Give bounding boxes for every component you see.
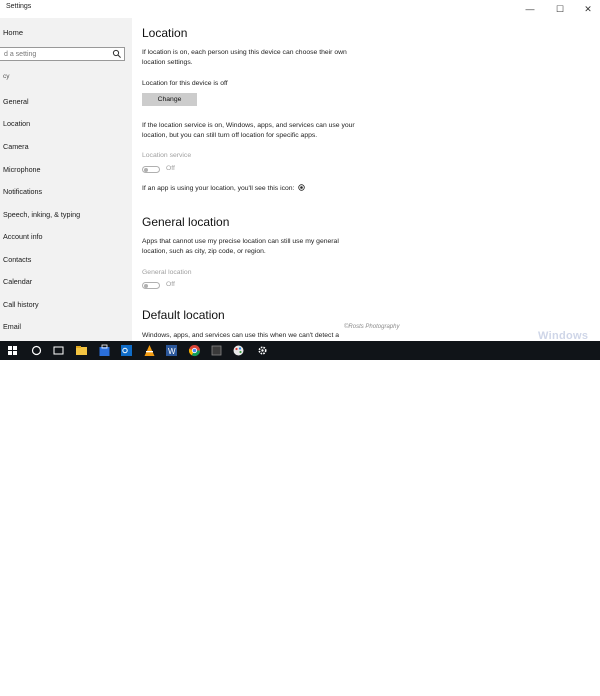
sidebar-item-label: Camera	[3, 142, 29, 151]
sidebar-item-contacts[interactable]: Contacts	[0, 251, 132, 269]
title-bar: Settings — ☐ ✕	[0, 0, 600, 18]
sidebar-item-email[interactable]: Email	[0, 318, 132, 336]
location-indicator-icon	[298, 184, 305, 191]
toggle-knob	[144, 168, 148, 172]
location-heading: Location	[142, 26, 187, 40]
taskbar: W 10:38 10/20/201	[0, 341, 600, 360]
sidebar-item-label: Account info	[3, 232, 43, 241]
svg-text:W: W	[168, 347, 176, 356]
default-location-description: Windows, apps, and services can use this…	[142, 331, 382, 341]
app-icon[interactable]	[210, 344, 223, 357]
sidebar-item-camera[interactable]: Camera	[0, 138, 132, 156]
folder-icon[interactable]	[75, 344, 88, 357]
minimize-button[interactable]: —	[520, 0, 540, 18]
word-icon[interactable]: W	[165, 344, 178, 357]
toggle-knob	[144, 284, 148, 288]
sidebar-item-label: Microphone	[3, 165, 41, 174]
location-service-description: If the location service is on, Windows, …	[142, 121, 357, 140]
taskbar-clock[interactable]: 10:38 10/20/201	[542, 683, 566, 696]
sidebar-item-calendar[interactable]: Calendar	[0, 273, 132, 291]
search-input[interactable]: d a setting	[0, 47, 125, 61]
sidebar-item-label: Contacts	[3, 255, 31, 264]
sidebar-item-label: Calendar	[3, 277, 32, 286]
location-service-toggle[interactable]	[142, 166, 160, 173]
task-view-icon[interactable]	[52, 344, 65, 357]
sidebar-item-call-history[interactable]: Call history	[0, 296, 132, 314]
maximize-button[interactable]: ☐	[550, 0, 570, 18]
general-location-label: General location	[142, 268, 357, 278]
general-location-toggle[interactable]	[142, 282, 160, 289]
window-title: Settings	[6, 3, 31, 10]
general-location-description: Apps that cannot use my precise location…	[142, 237, 357, 256]
sidebar-home-label: Home	[3, 28, 23, 37]
sidebar-item-label: Call history	[3, 300, 39, 309]
location-icon-note-text: If an app is using your location, you'll…	[142, 185, 294, 192]
location-icon-note: If an app is using your location, you'll…	[142, 184, 402, 194]
close-button[interactable]: ✕	[578, 0, 598, 18]
sidebar-item-label: Location	[3, 119, 30, 128]
chrome-icon[interactable]	[188, 344, 201, 357]
sidebar-item-account-info[interactable]: Account info	[0, 228, 132, 246]
settings-icon[interactable]	[256, 344, 269, 357]
general-location-state: Off	[166, 281, 175, 288]
sidebar-item-speech[interactable]: Speech, inking, & typing	[0, 206, 132, 224]
paint-icon[interactable]	[232, 344, 245, 357]
search-icon[interactable]	[30, 344, 43, 357]
sidebar-item-label: Email	[3, 322, 21, 331]
windows-icon[interactable]	[6, 344, 19, 357]
sidebar-section-label: cy	[3, 73, 10, 80]
outlook-icon[interactable]	[120, 344, 133, 357]
clock-date: 10/20/201	[542, 690, 566, 696]
sidebar: Home d a setting cy General Location Cam…	[0, 18, 132, 341]
sidebar-home[interactable]: Home	[0, 24, 132, 40]
sidebar-item-location[interactable]: Location	[0, 115, 132, 133]
location-service-label: Location service	[142, 151, 357, 161]
main-content: Location If location is on, each person …	[132, 18, 600, 341]
change-button[interactable]: Change	[142, 93, 197, 106]
sidebar-item-label: Speech, inking, & typing	[3, 210, 80, 219]
search-icon[interactable]	[112, 49, 122, 59]
store-icon[interactable]	[98, 344, 111, 357]
device-location-status: Location for this device is off	[142, 79, 357, 89]
search-placeholder: d a setting	[4, 51, 36, 58]
sidebar-item-general[interactable]: General	[0, 93, 132, 111]
photo-watermark: ©Rosts Photography	[344, 324, 399, 330]
location-description: If location is on, each person using thi…	[142, 48, 357, 67]
sidebar-item-microphone[interactable]: Microphone	[0, 161, 132, 179]
vlc-icon[interactable]	[143, 344, 156, 357]
general-location-heading: General location	[142, 215, 229, 229]
location-service-state: Off	[166, 165, 175, 172]
sidebar-item-label: Notifications	[3, 187, 42, 196]
default-location-heading: Default location	[142, 308, 225, 322]
sidebar-item-label: General	[3, 97, 29, 106]
sidebar-item-notifications[interactable]: Notifications	[0, 183, 132, 201]
